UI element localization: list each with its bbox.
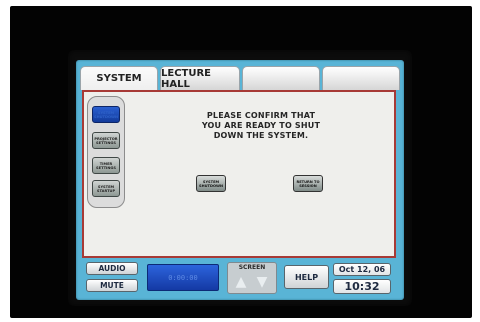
- mute-button[interactable]: MUTE: [86, 279, 138, 292]
- tab-system[interactable]: SYSTEM: [80, 66, 158, 90]
- time-display: 10:32: [333, 279, 391, 294]
- return-to-session-button[interactable]: RETURN TO SESSION: [293, 175, 323, 192]
- date-display: Oct 12, 06: [333, 263, 391, 276]
- confirm-message: PLEASE CONFIRM THAT YOU ARE READY TO SHU…: [201, 111, 321, 140]
- session-timer: 0:00:00: [147, 264, 219, 291]
- nav-system-startup-button[interactable]: SYSTEM STARTUP: [92, 180, 120, 197]
- screen-label: SCREEN: [238, 264, 266, 271]
- nav-projector-settings-button[interactable]: PROJECTOR SETTINGS: [92, 132, 120, 149]
- audio-button[interactable]: AUDIO: [86, 262, 138, 275]
- tab-blank-3[interactable]: [242, 66, 320, 90]
- system-shutdown-button[interactable]: SYSTEM SHUTDOWN: [196, 175, 226, 192]
- arrow-down-icon[interactable]: ▼: [253, 273, 271, 291]
- nav-timer-settings-button[interactable]: TIMER SETTINGS: [92, 157, 120, 174]
- help-button[interactable]: HELP: [284, 265, 329, 289]
- tab-lecture-hall[interactable]: LECTURE HALL: [160, 66, 240, 90]
- tab-blank-4[interactable]: [322, 66, 400, 90]
- arrow-up-icon[interactable]: ▲: [232, 273, 250, 291]
- nav-system-shutdown-button[interactable]: SYSTEM SHUTDOWN: [92, 106, 120, 123]
